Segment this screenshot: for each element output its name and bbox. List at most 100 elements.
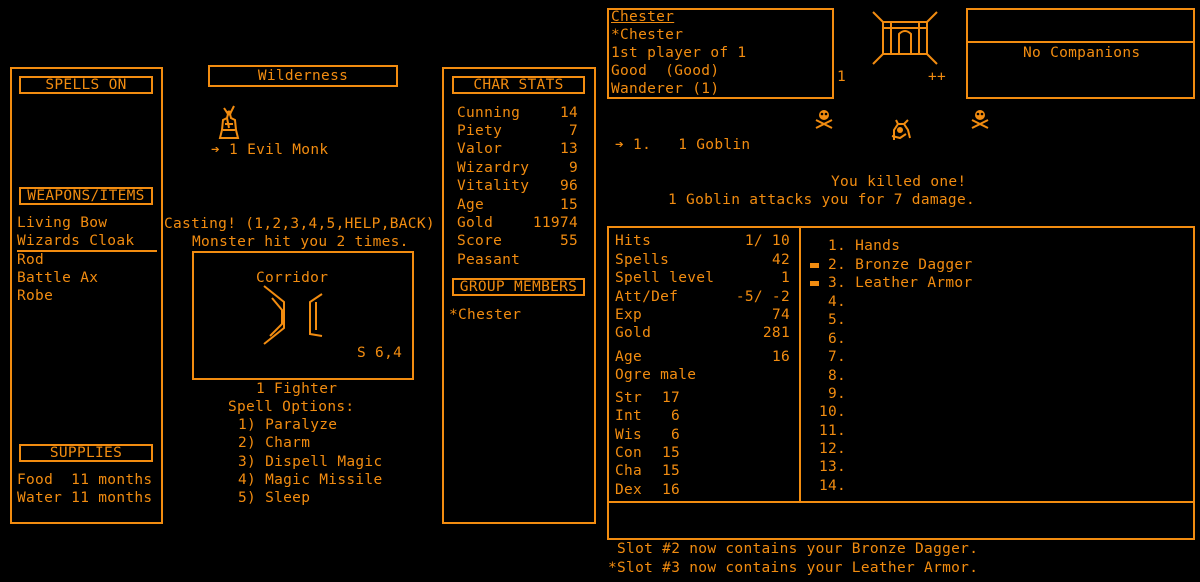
inventory-slot[interactable]: 14. (819, 477, 846, 495)
evil-monk-icon (218, 105, 240, 139)
attr-label: Con (615, 445, 643, 461)
player-name: Chester (611, 9, 675, 25)
status-value: 74 (771, 307, 790, 323)
attr-value: 6 (671, 408, 681, 424)
skull-crossbones-icon (971, 110, 989, 129)
item-rod[interactable]: Rod (17, 251, 44, 269)
stat-label: Valor (457, 141, 503, 157)
attr-value: 15 (662, 445, 681, 461)
spell-option-magic-missile[interactable]: 4) Magic Missile (238, 471, 382, 489)
stat-label: Gold (457, 215, 494, 231)
supplies-header: SUPPLIES (19, 444, 153, 462)
inventory-slot[interactable]: 5. (828, 311, 846, 329)
message-log-line: *Slot #3 now contains your Leather Armor… (608, 560, 979, 576)
item-wizards-cloak[interactable]: Wizards Cloak (17, 232, 134, 250)
status-label: Spell level (615, 270, 715, 286)
stat-label: Wizardry (457, 160, 530, 176)
spell-option-charm[interactable]: 2) Charm (238, 434, 310, 452)
equipped-marker (810, 263, 819, 268)
player-info-line: 1st player of 1 (611, 45, 747, 61)
inventory-slot[interactable]: 3. Leather Armor (828, 274, 972, 292)
corridor-label: Corridor (256, 270, 329, 286)
skull-crossbones-icon (815, 110, 833, 129)
attr-value: 17 (662, 390, 681, 406)
stat-label: Cunning (457, 105, 521, 121)
status-value: 1 (780, 270, 790, 286)
status-label: Spells (615, 252, 670, 268)
spells-on-header: SPELLS ON (19, 76, 153, 94)
group-member[interactable]: *Chester (449, 306, 521, 324)
status-value: -5/ -2 (735, 289, 790, 305)
age-value: 16 (771, 349, 790, 365)
inventory-slot[interactable]: 6. (828, 330, 846, 348)
stat-value: 96 (559, 178, 578, 194)
inventory-slot[interactable]: 12. (819, 440, 846, 458)
food-supply: Food 11 months (17, 472, 153, 488)
weapons-items-header: WEAPONS/ITEMS (19, 187, 153, 205)
status-label: Exp (615, 307, 643, 323)
spell-options-title: Spell Options: (228, 399, 355, 415)
goblin-icon (891, 119, 911, 140)
inventory-slot[interactable]: 4. (828, 293, 846, 311)
stat-label: Vitality (457, 178, 530, 194)
status-label: Hits (615, 233, 652, 249)
attr-label: Str (615, 390, 643, 406)
inventory-slot[interactable]: 11. (819, 422, 846, 440)
companions-text: No Companions (1023, 45, 1141, 61)
attr-value: 16 (662, 482, 681, 498)
attr-label: Wis (615, 427, 643, 443)
map-coordinates: S 6,4 (357, 345, 403, 361)
town-gate-icon (872, 11, 938, 65)
stat-value: 55 (559, 233, 578, 249)
item-robe[interactable]: Robe (17, 287, 53, 305)
encounter-target[interactable]: ➔ 1. 1 Goblin (615, 136, 750, 154)
attr-label: Dex (615, 482, 643, 498)
attr-label: Int (615, 408, 643, 424)
stat-value: 7 (568, 123, 578, 139)
inventory-slot[interactable]: 13. (819, 458, 846, 476)
monster-hit-message: Monster hit you 2 times. (192, 234, 409, 250)
command-input-area[interactable] (609, 503, 1193, 538)
message-log-line: Slot #2 now contains your Bronze Dagger. (608, 541, 979, 557)
wilderness-title: Wilderness (208, 65, 398, 87)
player-info-line: *Chester (611, 27, 684, 43)
item-battle-ax[interactable]: Battle Ax (17, 269, 98, 287)
stat-label: Age (457, 197, 485, 213)
stat-value: 13 (559, 141, 578, 157)
kill-message: You killed one! (831, 174, 967, 190)
companions-divider (966, 41, 1195, 43)
casting-prompt: Casting! (1,2,3,4,5,HELP,BACK) (164, 216, 435, 232)
fighter-count: 1 Fighter (256, 381, 338, 397)
attr-value: 6 (671, 427, 681, 443)
spell-option-sleep[interactable]: 5) Sleep (238, 489, 310, 507)
inventory-slot[interactable]: 2. Bronze Dagger (828, 256, 972, 274)
spell-option-dispell-magic[interactable]: 3) Dispell Magic (238, 453, 382, 471)
equipped-marker (810, 281, 819, 286)
inventory-slot[interactable]: 8. (828, 367, 846, 385)
inventory-slot[interactable]: 1. Hands (828, 237, 900, 255)
stat-label: Piety (457, 123, 503, 139)
status-divider-vertical (799, 226, 801, 503)
status-value: 1/ 10 (744, 233, 790, 249)
attr-value: 15 (662, 463, 681, 479)
inventory-slot[interactable]: 9. (828, 385, 846, 403)
monster-label: ➔ 1 Evil Monk (211, 142, 329, 158)
status-label: Att/Def (615, 289, 679, 305)
group-members-header: GROUP MEMBERS (452, 278, 585, 296)
stat-value: 15 (559, 197, 578, 213)
status-label: Gold (615, 325, 652, 341)
attack-message: 1 Goblin attacks you for 7 damage. (668, 192, 976, 208)
stat-value: 9 (568, 160, 578, 176)
char-stats-header: CHAR STATS (452, 76, 585, 94)
party-count: 1 (837, 69, 847, 85)
stat-label: Score (457, 233, 503, 249)
stat-value: 14 (559, 105, 578, 121)
player-info-line: Wanderer (1) (611, 81, 720, 97)
age-label: Age (615, 349, 643, 365)
spell-option-paralyze[interactable]: 1) Paralyze (238, 416, 337, 434)
stat-value: 11974 (532, 215, 578, 231)
item-living-bow[interactable]: Living Bow (17, 214, 107, 232)
party-marks: ++ (928, 69, 947, 85)
inventory-slot[interactable]: 10. (819, 403, 846, 421)
inventory-slot[interactable]: 7. (828, 348, 846, 366)
